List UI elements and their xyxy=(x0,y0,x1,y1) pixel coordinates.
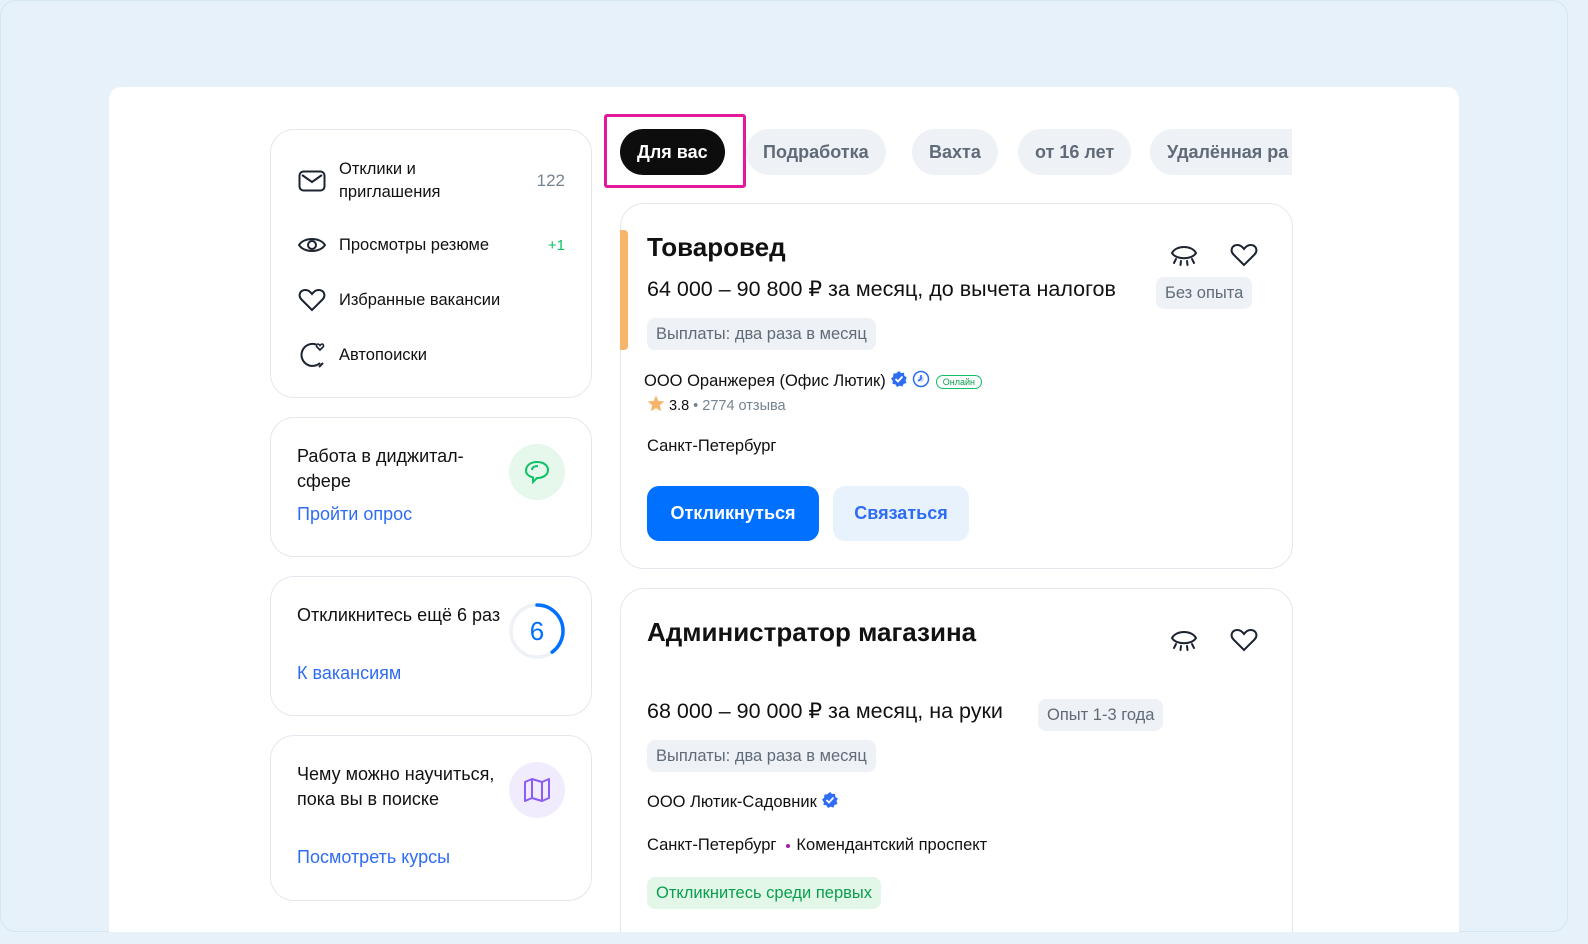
payments-tag: Выплаты: два раза в месяц xyxy=(647,318,876,350)
sidebar-menu: Отклики и приглашения 122 Просмотры резю… xyxy=(270,129,592,398)
responses-count: 122 xyxy=(536,171,565,190)
payments-tag: Выплаты: два раза в месяц xyxy=(647,740,876,772)
views-count: +1 xyxy=(547,236,565,254)
early-respond-badge: Откликнитесь среди первых xyxy=(647,877,881,909)
envelope-icon xyxy=(297,166,327,196)
vacancy-title[interactable]: Администратор магазина xyxy=(647,617,976,648)
clock-badge-icon xyxy=(912,370,930,393)
vacancy-actions xyxy=(1169,240,1259,270)
city-name: Санкт-Петербург xyxy=(647,836,777,854)
promo-respond-more: Откликнитесь ещё 6 раз К вакансиям 6 xyxy=(270,576,592,716)
sidebar-item-label: Отклики и приглашения xyxy=(339,160,441,201)
vacancy-card[interactable]: Администратор магазина 68 000 – 90 000 ₽… xyxy=(620,588,1293,932)
highlight-frame xyxy=(604,114,746,188)
promo-title: Работа в диджитал-сфере xyxy=(297,446,464,491)
reviews-count: 2774 отзыва xyxy=(702,397,786,414)
company-name[interactable]: ООО Оранжерея (Офис Лютик) Онлайн xyxy=(644,370,982,393)
company-label: ООО Оранжерея (Офис Лютик) xyxy=(644,372,886,390)
respond-button[interactable]: Откликнуться xyxy=(647,486,819,541)
promo-digital-survey: Работа в диджитал-сфере Пройти опрос xyxy=(270,417,592,557)
vacancy-actions xyxy=(1169,625,1259,655)
survey-link[interactable]: Пройти опрос xyxy=(297,504,412,525)
online-badge: Онлайн xyxy=(935,374,982,389)
rating-value: 3.8 xyxy=(669,397,690,414)
verified-icon xyxy=(821,791,839,814)
sidebar-item-autosearch[interactable]: Автопоиски xyxy=(297,340,565,370)
sidebar-item-label: Автопоиски xyxy=(339,345,427,364)
chip-part-time[interactable]: Подработка xyxy=(746,129,886,175)
main-panel: Отклики и приглашения 122 Просмотры резю… xyxy=(109,87,1459,932)
sidebar-item-label: Просмотры резюме xyxy=(339,235,490,254)
promo-title: Откликнитесь ещё 6 раз xyxy=(297,605,501,625)
sidebar-item-favorites[interactable]: Избранные вакансии xyxy=(297,285,565,315)
progress-ring: 6 xyxy=(509,603,565,659)
chip-from-16[interactable]: от 16 лет xyxy=(1018,129,1132,175)
sidebar-item-responses[interactable]: Отклики и приглашения 122 xyxy=(297,158,565,204)
autosearch-icon xyxy=(297,340,327,370)
company-rating[interactable]: 3.8 • 2774 отзыва xyxy=(647,395,786,416)
vacancy-title[interactable]: Товаровед xyxy=(647,232,786,263)
favorite-heart-icon[interactable] xyxy=(1229,240,1259,270)
vacancy-location: Санкт-Петербург Комендантский проспект xyxy=(647,836,987,855)
company-label: ООО Лютик-Садовник xyxy=(647,793,817,811)
favorite-heart-icon[interactable] xyxy=(1229,625,1259,655)
metro-dot-icon xyxy=(786,843,791,848)
respond-counter: 6 xyxy=(529,615,545,646)
experience-tag: Опыт 1-3 года xyxy=(1038,699,1164,731)
vacancy-salary: 64 000 – 90 800 ₽ за месяц, до вычета на… xyxy=(647,277,1116,301)
vacancy-salary: 68 000 – 90 000 ₽ за месяц, на руки xyxy=(647,699,1003,723)
hide-eye-icon[interactable] xyxy=(1169,240,1199,270)
verified-icon xyxy=(890,370,908,393)
rating-separator: • xyxy=(693,397,699,414)
eye-icon xyxy=(297,230,327,260)
promo-courses: Чему можно научиться, пока вы в поиске П… xyxy=(270,735,592,901)
chat-bubbles-icon xyxy=(509,444,565,500)
vacancy-card[interactable]: Товаровед 64 000 – 90 800 ₽ за месяц, до… xyxy=(619,203,1293,569)
company-name[interactable]: ООО Лютик-Садовник xyxy=(647,791,839,814)
sidebar-item-label: Избранные вакансии xyxy=(339,290,501,309)
map-icon xyxy=(509,762,565,818)
experience-tag: Без опыта xyxy=(1156,277,1253,309)
star-icon xyxy=(647,395,665,416)
to-vacancies-link[interactable]: К вакансиям xyxy=(297,663,401,684)
chip-remote[interactable]: Удалённая ра xyxy=(1150,129,1292,175)
vacancy-accent-bar xyxy=(619,230,628,350)
metro-station: Комендантский проспект xyxy=(796,836,988,854)
contact-button[interactable]: Связаться xyxy=(833,486,969,541)
promo-title: Чему можно научиться, пока вы в поиске xyxy=(297,764,495,809)
vacancy-city: Санкт-Петербург xyxy=(647,437,776,456)
heart-icon xyxy=(297,285,327,315)
hide-eye-icon[interactable] xyxy=(1169,625,1199,655)
sidebar-item-resume-views[interactable]: Просмотры резюме +1 xyxy=(297,230,565,260)
chip-rotation[interactable]: Вахта xyxy=(912,129,998,175)
courses-link[interactable]: Посмотреть курсы xyxy=(297,847,450,868)
city-name: Санкт-Петербург xyxy=(647,437,777,455)
